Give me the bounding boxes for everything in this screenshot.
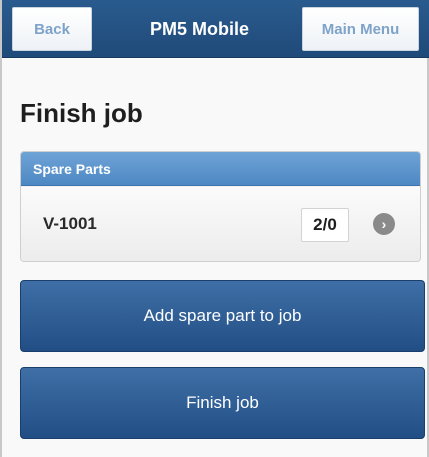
app-title: PM5 Mobile xyxy=(149,18,249,39)
spare-parts-panel: Spare Parts V-1001 2/0 › xyxy=(20,151,421,262)
app-frame: Back PM5 Mobile Main Menu Finish job Spa… xyxy=(0,0,429,457)
spare-part-quantity: 2/0 xyxy=(301,208,349,242)
chevron-right-icon[interactable]: › xyxy=(373,213,395,235)
header-bar: Back PM5 Mobile Main Menu xyxy=(2,0,429,58)
finish-job-button[interactable]: Finish job xyxy=(20,367,425,439)
back-button[interactable]: Back xyxy=(12,7,92,51)
add-spare-part-button[interactable]: Add spare part to job xyxy=(20,280,425,352)
spare-part-row[interactable]: V-1001 2/0 › xyxy=(21,187,420,261)
page-title: Finish job xyxy=(20,98,143,128)
spare-parts-heading: Spare Parts xyxy=(21,152,420,186)
spare-part-name: V-1001 xyxy=(43,214,97,233)
main-menu-button[interactable]: Main Menu xyxy=(302,7,419,51)
